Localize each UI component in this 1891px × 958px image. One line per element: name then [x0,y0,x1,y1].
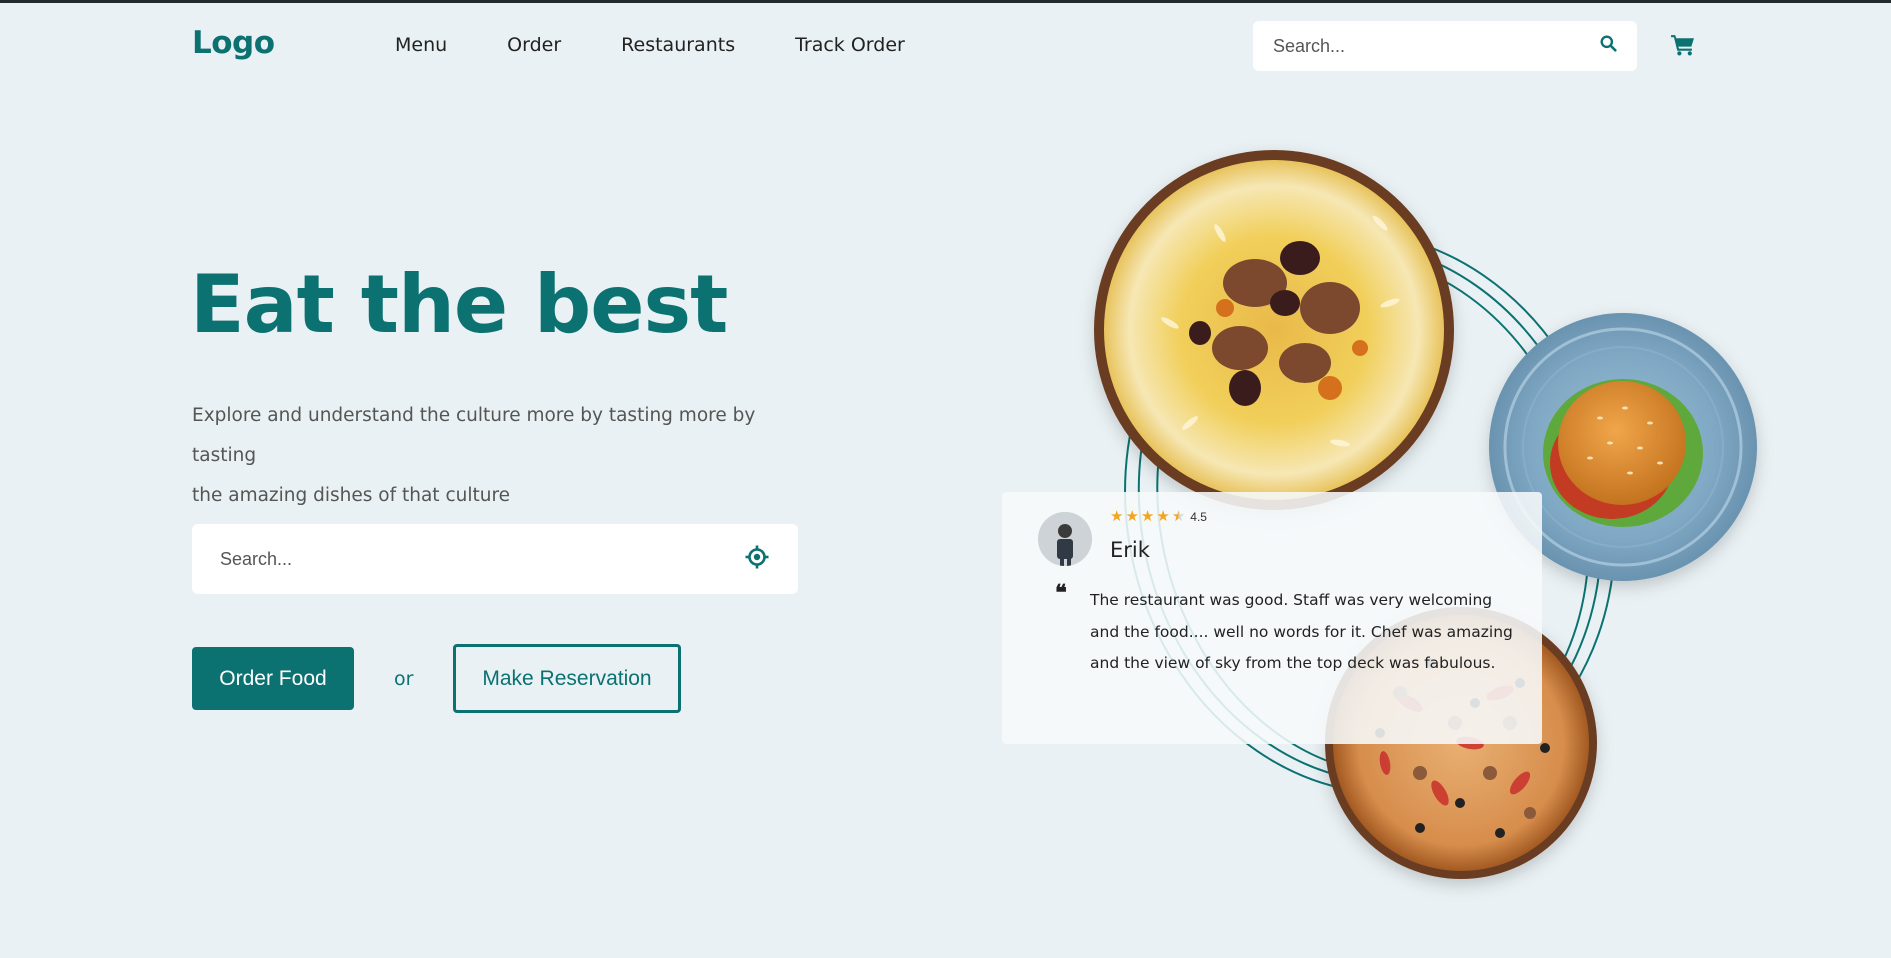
or-separator: or [394,668,414,690]
reviewer-avatar [1038,512,1092,566]
make-reservation-button[interactable]: Make Reservation [453,644,681,713]
rice-plate-image [1094,150,1454,510]
main-nav: Menu Order Restaurants Track Order [395,34,965,56]
star-icon: ★ [1140,508,1155,525]
hero-subtitle: Explore and understand the culture more … [192,396,812,516]
hero-search-input[interactable] [220,548,744,570]
header-search [1253,21,1637,71]
nav-order[interactable]: Order [507,34,561,56]
reviewer-name: Erik [1110,538,1150,562]
logo[interactable]: Logo [192,25,275,61]
review-card: ★ ★ ★ ★ ★ 4.5 Erik ❝ The restaurant was … [1002,492,1542,744]
hero-search [192,524,798,594]
hero-title: Eat the best [190,258,728,351]
nav-restaurants[interactable]: Restaurants [621,34,735,56]
nav-menu[interactable]: Menu [395,34,447,56]
review-text: The restaurant was good. Staff was very … [1090,591,1513,672]
star-icon: ★ [1125,508,1139,525]
cart-icon[interactable] [1670,33,1695,61]
star-icon: ★ [1156,508,1170,525]
header-search-input[interactable] [1273,35,1600,57]
hero-subtitle-line1: Explore and understand the culture more … [192,405,756,466]
hero-subtitle-line2: the amazing dishes of that culture [192,485,511,506]
quote-icon: ❝ [1055,580,1067,606]
search-icon[interactable] [1600,35,1617,57]
order-food-button[interactable]: Order Food [192,647,354,710]
star-icon: ★ [1110,508,1124,525]
location-target-icon[interactable] [744,544,770,575]
half-star-icon: ★ [1171,508,1186,525]
review-rating: 4.5 [1190,509,1207,524]
review-stars: ★ ★ ★ ★ ★ 4.5 [1110,509,1207,524]
nav-track-order[interactable]: Track Order [795,34,905,56]
